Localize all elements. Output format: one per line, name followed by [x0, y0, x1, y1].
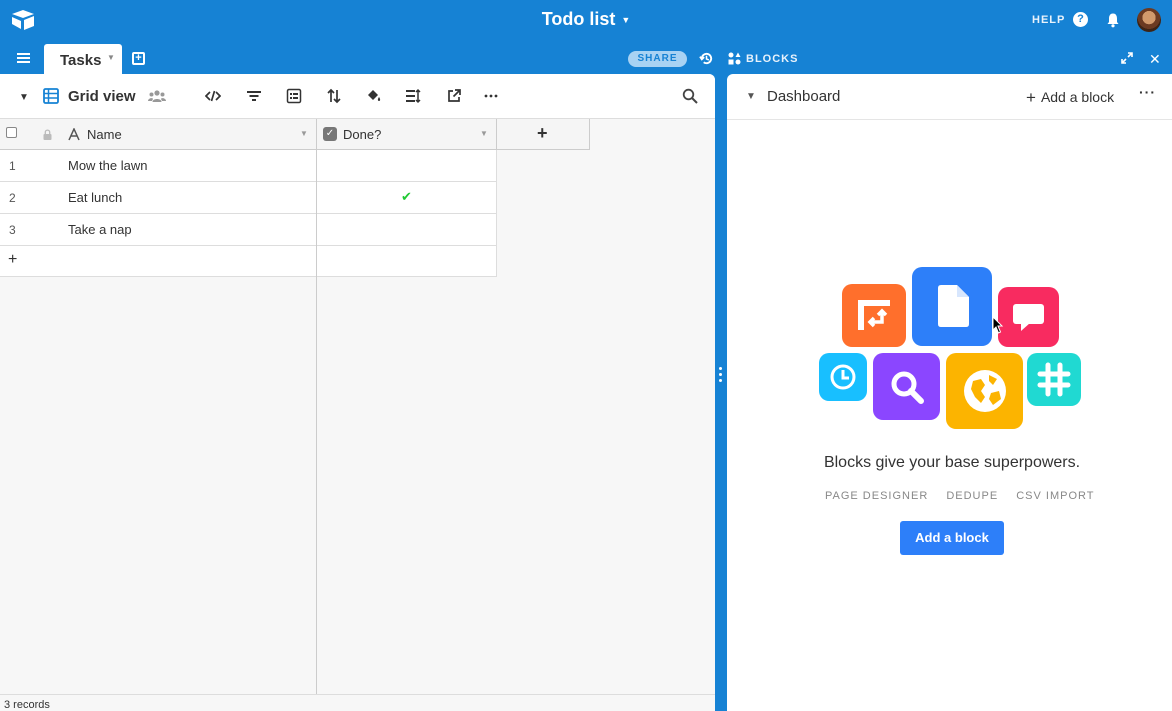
page-designer-icon — [842, 284, 906, 347]
grid-view-icon — [43, 88, 59, 104]
top-bar: Todo list ▼ HELP ? — [0, 0, 1172, 42]
done-cell[interactable] — [317, 150, 496, 181]
add-block-link[interactable]: + Add a block — [1026, 88, 1114, 108]
table-tab-bar: Tasks ▼ + SHARE BLOCKS ✕ — [0, 42, 1172, 74]
checkmark-icon: ✔ — [401, 189, 412, 204]
row-height-icon[interactable] — [405, 88, 421, 104]
search-icon[interactable] — [682, 88, 698, 104]
more-icon[interactable] — [483, 88, 499, 104]
help-icon[interactable]: ? — [1073, 12, 1088, 27]
views-toggle-icon[interactable]: ▼ — [19, 92, 29, 103]
add-block-button[interactable]: Add a block — [900, 521, 1004, 555]
add-row[interactable]: + — [0, 246, 497, 277]
dashboard-toggle-icon[interactable]: ▼ — [746, 91, 756, 102]
group-icon[interactable] — [286, 88, 302, 104]
people-icon[interactable] — [148, 89, 166, 103]
view-bar: ▼ Grid view — [0, 74, 715, 119]
chevron-down-icon[interactable]: ▼ — [300, 129, 308, 138]
plus-icon: + — [1026, 88, 1036, 107]
view-name[interactable]: Grid view — [68, 88, 136, 105]
column-header-row: Name ▼ ✓ Done? ▼ + — [0, 119, 590, 150]
history-icon[interactable] — [699, 51, 714, 66]
tab-tasks[interactable]: Tasks ▼ — [44, 44, 122, 74]
select-all-checkbox[interactable] — [6, 127, 17, 138]
more-icon[interactable]: ··· — [1139, 84, 1156, 100]
expand-icon[interactable] — [1121, 52, 1133, 64]
bell-icon[interactable] — [1105, 12, 1121, 28]
hashtag-icon — [1027, 353, 1081, 406]
dashboard-title[interactable]: Dashboard — [767, 88, 840, 105]
chevron-down-icon[interactable]: ▼ — [480, 129, 488, 138]
base-title[interactable]: Todo list ▼ — [0, 9, 1172, 30]
share-button[interactable]: SHARE — [628, 51, 687, 67]
add-block-label: Add a block — [1040, 89, 1115, 105]
checkbox-field-icon: ✓ — [323, 127, 337, 141]
blocks-icon[interactable] — [728, 52, 741, 65]
blocks-label[interactable]: BLOCKS — [746, 53, 798, 65]
dashboard-header: ▼ Dashboard + Add a block ··· — [727, 74, 1172, 120]
document-icon — [912, 267, 992, 346]
chat-icon — [998, 287, 1059, 347]
panel-resize-handle[interactable] — [715, 74, 727, 711]
chevron-down-icon[interactable]: ▼ — [107, 53, 115, 62]
feature-page-designer[interactable]: PAGE DESIGNER — [825, 490, 928, 502]
text-field-icon — [68, 128, 80, 141]
row-number: 2 — [9, 191, 16, 205]
blocks-panel: ▼ Dashboard + Add a block ··· Blocks giv… — [727, 74, 1172, 711]
table-row[interactable]: 3 Take a nap — [0, 214, 497, 246]
share-view-icon[interactable] — [446, 88, 462, 104]
sort-icon[interactable] — [326, 88, 342, 104]
name-cell[interactable]: Eat lunch — [68, 190, 122, 205]
chevron-down-icon: ▼ — [621, 15, 631, 26]
column-done-label[interactable]: Done? — [343, 127, 381, 142]
globe-icon — [946, 353, 1023, 429]
blocks-tagline: Blocks give your base superpowers. — [823, 454, 1081, 471]
dedupe-search-icon — [873, 353, 940, 420]
menu-icon[interactable] — [17, 52, 30, 64]
name-cell[interactable]: Take a nap — [68, 222, 132, 237]
filter-icon[interactable] — [246, 88, 262, 104]
done-cell[interactable]: ✔ — [317, 182, 496, 213]
name-cell[interactable]: Mow the lawn — [68, 158, 147, 173]
grid-panel: ▼ Grid view Name ▼ ✓ Done? ▼ + 1 Mow the… — [0, 74, 715, 711]
done-cell[interactable] — [317, 214, 496, 245]
column-divider — [316, 119, 317, 694]
hide-fields-icon[interactable] — [205, 88, 221, 104]
add-table-icon[interactable]: + — [132, 52, 145, 65]
lock-icon — [43, 129, 52, 140]
help-link[interactable]: HELP — [1032, 14, 1065, 26]
feature-csv-import[interactable]: CSV IMPORT — [1016, 490, 1094, 502]
row-number: 3 — [9, 223, 16, 237]
mouse-cursor-icon — [992, 316, 1004, 334]
color-icon[interactable] — [366, 88, 382, 104]
tab-label: Tasks — [60, 52, 102, 69]
column-name-label[interactable]: Name — [87, 127, 122, 142]
table-row[interactable]: 1 Mow the lawn — [0, 150, 497, 182]
add-row-button[interactable]: + — [8, 251, 17, 269]
add-field-button[interactable]: + — [537, 123, 548, 144]
drag-handle-icon[interactable] — [719, 367, 723, 385]
avatar[interactable] — [1137, 8, 1161, 32]
summary-bar: 3 records — [0, 694, 715, 711]
record-count: 3 records — [4, 699, 50, 711]
row-number: 1 — [9, 159, 16, 173]
clock-icon — [819, 353, 867, 401]
feature-dedupe[interactable]: DEDUPE — [946, 490, 998, 502]
close-icon[interactable]: ✕ — [1149, 51, 1161, 68]
table-row[interactable]: 2 Eat lunch ✔ — [0, 182, 497, 214]
featured-blocks: PAGE DESIGNER DEDUPE CSV IMPORT — [825, 490, 1109, 502]
